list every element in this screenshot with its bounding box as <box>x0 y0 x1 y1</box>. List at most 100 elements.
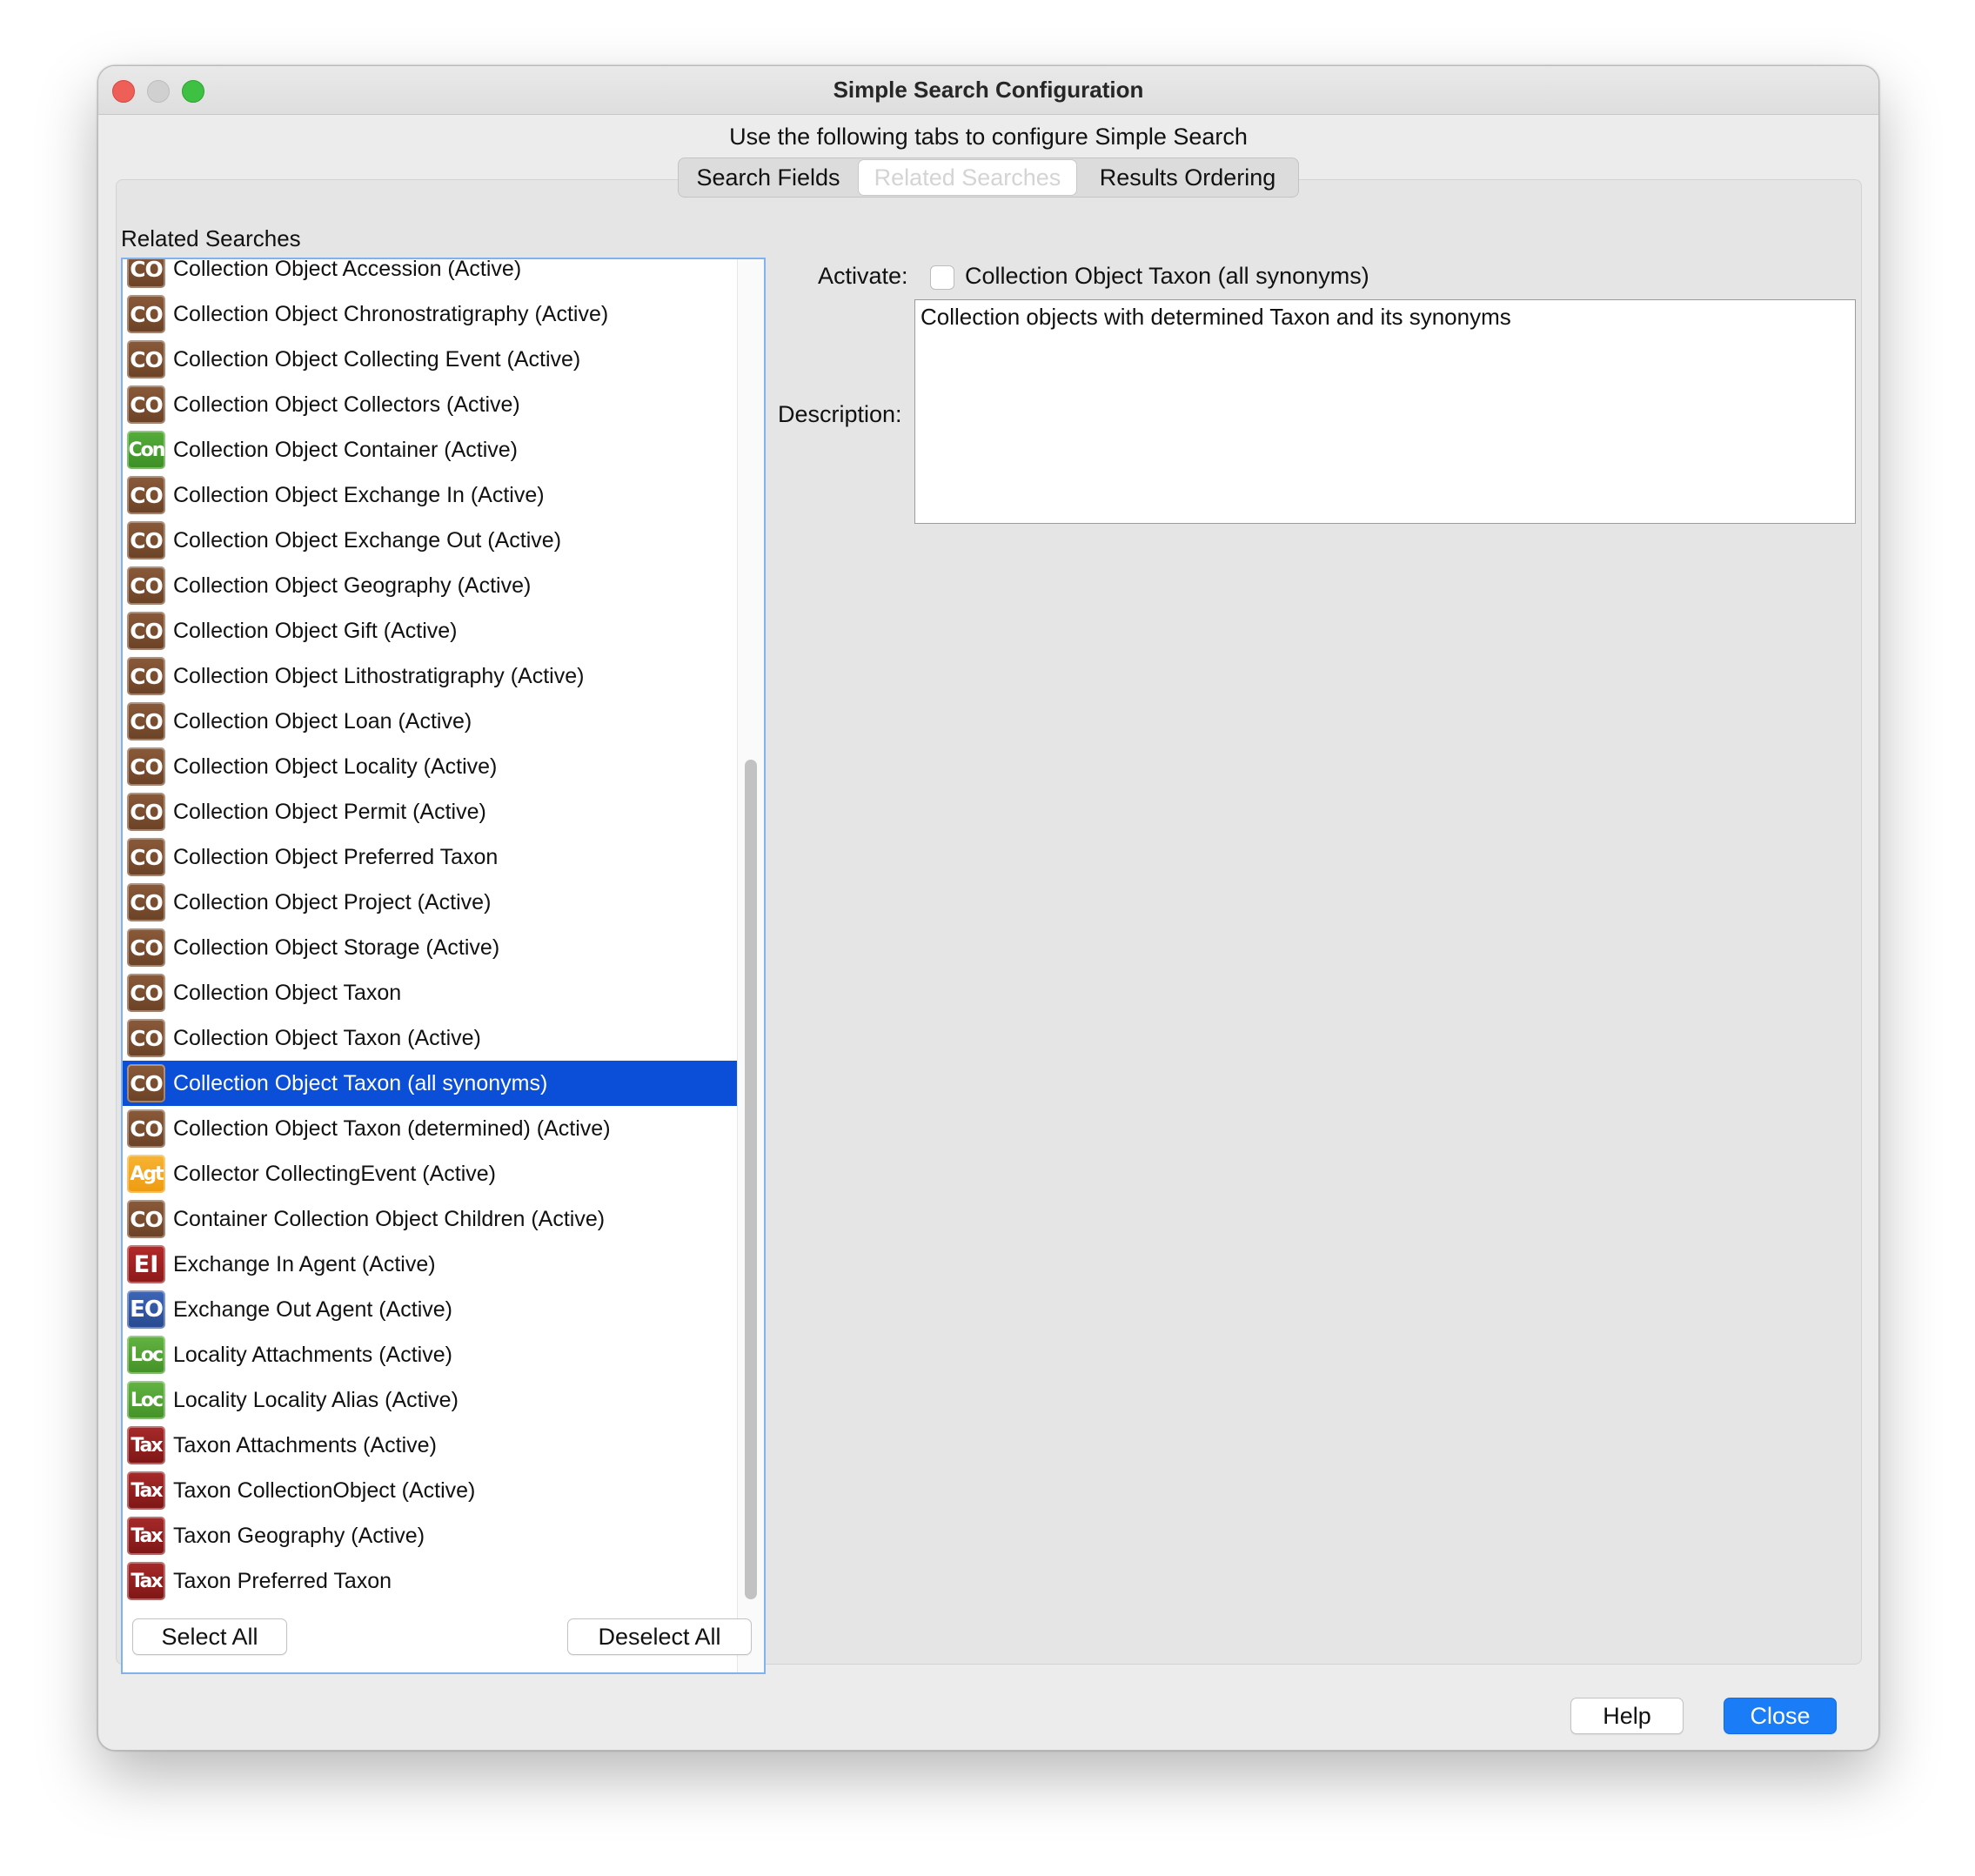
list-item-label: Collection Object Gift (Active) <box>173 619 458 643</box>
exchange-out-icon: EO <box>127 1290 165 1329</box>
list-item[interactable]: CO Container Collection Object Children (… <box>123 1196 737 1242</box>
collection-object-icon: CO <box>127 1019 165 1057</box>
tab-bar: Search Fields Related Searches Results O… <box>678 157 1299 198</box>
collection-object-icon: CO <box>127 793 165 831</box>
list-item-label: Exchange Out Agent (Active) <box>173 1297 453 1322</box>
activate-checkbox[interactable] <box>930 265 954 290</box>
list-item[interactable]: Con Collection Object Container (Active) <box>123 427 737 472</box>
window-title: Simple Search Configuration <box>833 77 1144 103</box>
list-item[interactable]: CO Collection Object Collectors (Active) <box>123 382 737 427</box>
list-item-label: Collection Object Taxon (Active) <box>173 1026 481 1050</box>
list-item-label: Collection Object Permit (Active) <box>173 800 486 824</box>
list-item[interactable]: CO Collection Object Preferred Taxon <box>123 834 737 880</box>
taxon-icon: Tax <box>127 1562 165 1600</box>
taxon-icon: Tax <box>127 1471 165 1510</box>
scrollbar[interactable] <box>737 259 764 1672</box>
list-item[interactable]: CO Collection Object Taxon (determined) (… <box>123 1106 737 1151</box>
search-name: Collection Object Taxon (all synonyms) <box>965 263 1369 289</box>
collection-object-icon: CO <box>127 702 165 740</box>
list-item[interactable]: Loc Locality Locality Alias (Active) <box>123 1377 737 1423</box>
locality-icon: Loc <box>127 1336 165 1374</box>
list-item-label: Exchange In Agent (Active) <box>173 1252 436 1276</box>
taxon-icon: Tax <box>127 1426 165 1464</box>
instructions-text: Use the following tabs to configure Simp… <box>729 124 1248 150</box>
exchange-in-icon: EI <box>127 1245 165 1283</box>
select-all-button[interactable]: Select All <box>132 1618 287 1655</box>
list-item[interactable]: CO Collection Object Permit (Active) <box>123 789 737 834</box>
list-item[interactable]: CO Collection Object Exchange Out (Active… <box>123 518 737 563</box>
list-item-label: Collection Object Exchange In (Active) <box>173 483 545 507</box>
tab-related-searches[interactable]: Related Searches <box>858 159 1077 196</box>
related-searches-list[interactable]: CO Collection Object Accession (Active) CO… <box>121 258 766 1674</box>
collection-object-icon: CO <box>127 612 165 650</box>
locality-icon: Loc <box>127 1381 165 1419</box>
list-item[interactable]: CO Collection Object Geography (Active) <box>123 563 737 608</box>
collection-object-icon: CO <box>127 747 165 786</box>
list-item-label: Collection Object Lithostratigraphy (Act… <box>173 664 585 688</box>
tab-search-fields[interactable]: Search Fields <box>679 158 858 197</box>
list-item-label: Collection Object Collectors (Active) <box>173 392 520 417</box>
title-bar[interactable]: Simple Search Configuration <box>98 66 1878 115</box>
collection-object-icon: CO <box>127 657 165 695</box>
dialog-window: Simple Search Configuration Use the foll… <box>97 65 1879 1751</box>
list-item-label: Collector CollectingEvent (Active) <box>173 1162 496 1186</box>
list-item-label: Collection Object Taxon <box>173 981 402 1005</box>
list-item-label: Collection Object Storage (Active) <box>173 935 500 960</box>
list-item[interactable]: EO Exchange Out Agent (Active) <box>123 1287 737 1332</box>
list-item-label: Collection Object Geography (Active) <box>173 573 532 598</box>
collection-object-icon: CO <box>127 259 165 288</box>
tab-results-ordering[interactable]: Results Ordering <box>1077 158 1298 197</box>
list-item-label: Container Collection Object Children (Ac… <box>173 1207 606 1231</box>
scrollbar-thumb[interactable] <box>745 760 757 1599</box>
list-item-label: Taxon CollectionObject (Active) <box>173 1478 476 1503</box>
list-item-label: Collection Object Preferred Taxon <box>173 845 499 869</box>
list-item-label: Taxon Preferred Taxon <box>173 1569 392 1593</box>
list-item[interactable]: CO Collection Object Taxon <box>123 970 737 1015</box>
list-item-label: Collection Object Chronostratigraphy (Ac… <box>173 302 609 326</box>
collection-object-icon: CO <box>127 521 165 559</box>
list-item-label: Taxon Attachments (Active) <box>173 1433 437 1457</box>
list-item[interactable]: CO Collection Object Lithostratigraphy (A… <box>123 653 737 699</box>
description-label: Description: <box>778 401 902 427</box>
collection-object-icon: CO <box>127 1200 165 1238</box>
collection-object-icon: CO <box>127 385 165 424</box>
list-item[interactable]: CO Collection Object Taxon (all synonyms) <box>123 1061 737 1106</box>
list-item-label: Collection Object Project (Active) <box>173 890 492 915</box>
collection-object-icon: CO <box>127 566 165 605</box>
collection-object-icon: CO <box>127 974 165 1012</box>
list-item[interactable]: CO Collection Object Storage (Active) <box>123 925 737 970</box>
list-item[interactable]: Tax Taxon Attachments (Active) <box>123 1423 737 1468</box>
list-item[interactable]: CO Collection Object Collecting Event (Ac… <box>123 337 737 382</box>
collection-object-icon: CO <box>127 340 165 379</box>
list-item[interactable]: CO Collection Object Chronostratigraphy (… <box>123 291 737 337</box>
list-item[interactable]: Tax Taxon Geography (Active) <box>123 1513 737 1558</box>
list-item-label: Collection Object Collecting Event (Acti… <box>173 347 581 372</box>
list-item[interactable]: Tax Taxon CollectionObject (Active) <box>123 1468 737 1513</box>
list-item-label: Collection Object Exchange Out (Active) <box>173 528 562 553</box>
list-item[interactable]: CO Collection Object Gift (Active) <box>123 608 737 653</box>
list-item[interactable]: Agt Collector CollectingEvent (Active) <box>123 1151 737 1196</box>
list-item-label: Collection Object Loan (Active) <box>173 709 472 734</box>
list-item-label: Collection Object Taxon (determined) (Ac… <box>173 1116 611 1141</box>
deselect-all-button[interactable]: Deselect All <box>567 1618 752 1655</box>
help-button[interactable]: Help <box>1570 1698 1684 1734</box>
collection-object-icon: CO <box>127 1109 165 1148</box>
list-item[interactable]: Tax Taxon Preferred Taxon <box>123 1558 737 1604</box>
list-item[interactable]: Loc Locality Attachments (Active) <box>123 1332 737 1377</box>
list-item[interactable]: CO Collection Object Locality (Active) <box>123 744 737 789</box>
list-item[interactable]: CO Collection Object Exchange In (Active) <box>123 472 737 518</box>
list-item[interactable]: CO Collection Object Accession (Active) <box>123 259 737 291</box>
collection-object-icon: CO <box>127 883 165 921</box>
collection-object-icon: CO <box>127 838 165 876</box>
list-item[interactable]: EI Exchange In Agent (Active) <box>123 1242 737 1287</box>
list-item-label: Taxon Geography (Active) <box>173 1524 425 1548</box>
list-item-label: Locality Attachments (Active) <box>173 1343 452 1367</box>
taxon-icon: Tax <box>127 1517 165 1555</box>
related-searches-heading: Related Searches <box>121 225 301 251</box>
list-item[interactable]: CO Collection Object Loan (Active) <box>123 699 737 744</box>
list-item[interactable]: CO Collection Object Taxon (Active) <box>123 1015 737 1061</box>
list-item[interactable]: CO Collection Object Project (Active) <box>123 880 737 925</box>
list-item-label: Collection Object Container (Active) <box>173 438 518 462</box>
close-button[interactable]: Close <box>1724 1698 1837 1734</box>
description-textarea[interactable]: Collection objects with determined Taxon… <box>914 299 1856 524</box>
